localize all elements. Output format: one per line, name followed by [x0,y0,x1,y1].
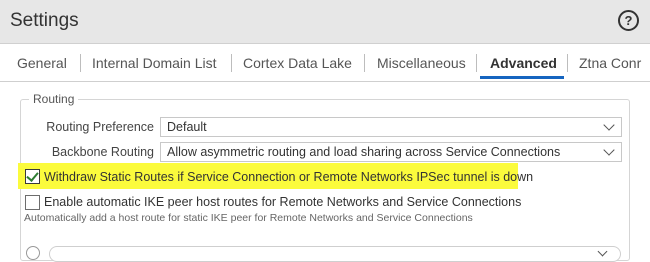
tab-general[interactable]: General [17,55,67,71]
partial-select-field[interactable] [49,246,621,262]
routing-legend: Routing [29,92,79,106]
tab-cortex-data-lake[interactable]: Cortex Data Lake [243,55,352,71]
check-icon [26,169,39,182]
routing-preference-value: Default [167,120,207,134]
tab-advanced[interactable]: Advanced [490,55,557,71]
tab-bar: General Internal Domain List Cortex Data… [0,44,650,82]
page-title: Settings [10,10,79,31]
settings-header: Settings ? [0,0,650,44]
radio-icon[interactable] [26,246,40,260]
chevron-down-icon [603,119,615,131]
chevron-down-icon [603,144,615,156]
tab-separator [364,54,365,72]
routing-preference-label: Routing Preference [46,120,154,134]
tab-separator [567,54,568,72]
active-tab-indicator [480,76,564,79]
ike-peer-routes-checkbox[interactable] [25,195,40,210]
tab-internal-domain-list[interactable]: Internal Domain List [92,55,217,71]
backbone-routing-value: Allow asymmetric routing and load sharin… [167,145,561,159]
routing-preference-select[interactable]: Default [160,117,622,137]
tab-ztna-connector[interactable]: Ztna Conr [579,55,641,71]
backbone-routing-label: Backbone Routing [51,145,154,159]
tab-miscellaneous[interactable]: Miscellaneous [377,55,466,71]
backbone-routing-select[interactable]: Allow asymmetric routing and load sharin… [160,142,622,162]
ike-peer-routes-label: Enable automatic IKE peer host routes fo… [44,195,522,209]
tab-separator [231,54,232,72]
help-icon[interactable]: ? [618,10,639,31]
tab-separator [476,54,477,72]
tab-separator [80,54,81,72]
withdraw-static-routes-checkbox[interactable] [25,169,40,184]
withdraw-static-routes-label: Withdraw Static Routes if Service Connec… [44,170,534,184]
ike-peer-hint: Automatically add a host route for stati… [24,212,473,224]
